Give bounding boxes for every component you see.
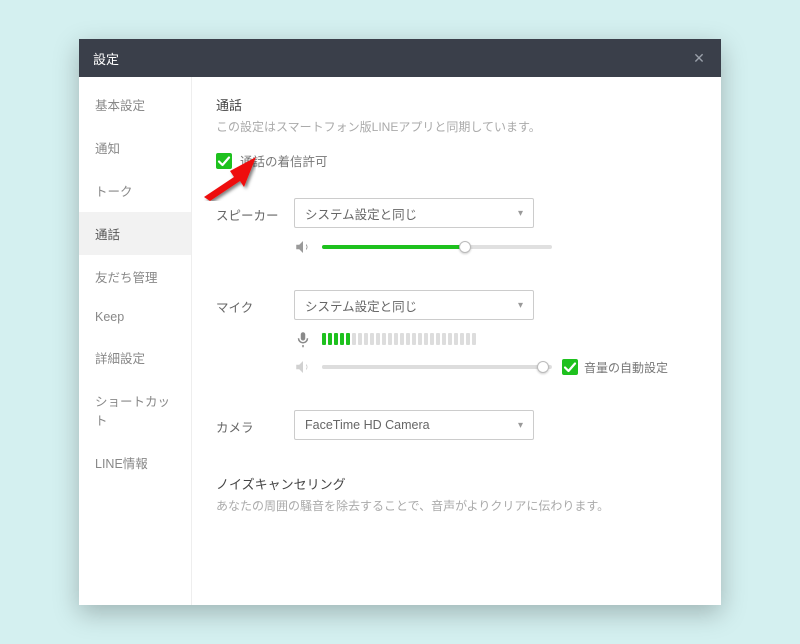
level-bar — [448, 333, 452, 345]
level-bar — [328, 333, 332, 345]
level-bar — [358, 333, 362, 345]
sidebar-item-advanced[interactable]: 詳細設定 — [79, 336, 191, 379]
mic-level-meter — [322, 332, 476, 346]
mic-select-value: システム設定と同じ — [305, 296, 417, 315]
microphone-icon — [294, 330, 312, 348]
level-bar — [376, 333, 380, 345]
mic-volume-row: 音量の自動設定 — [294, 358, 697, 376]
level-bar — [334, 333, 338, 345]
speaker-volume-slider[interactable] — [322, 245, 552, 249]
sidebar-item-about[interactable]: LINE情報 — [79, 441, 191, 484]
mic-row: マイク システム設定と同じ ▾ — [216, 290, 697, 376]
volume-icon — [294, 238, 312, 256]
level-bar — [424, 333, 428, 345]
auto-gain-row: 音量の自動設定 — [562, 359, 668, 376]
level-bar — [436, 333, 440, 345]
allow-incoming-label: 通話の着信許可 — [240, 151, 328, 170]
sidebar-item-keep[interactable]: Keep — [79, 298, 191, 336]
settings-sidebar: 基本設定 通知 トーク 通話 友だち管理 Keep 詳細設定 ショートカット L… — [79, 77, 192, 605]
allow-incoming-row: 通話の着信許可 — [216, 151, 697, 170]
chevron-down-icon: ▾ — [518, 208, 523, 219]
chevron-down-icon: ▾ — [518, 420, 523, 431]
settings-modal: 設定 ✕ 基本設定 通知 トーク 通話 友だち管理 Keep 詳細設定 ショート… — [79, 39, 721, 605]
level-bar — [382, 333, 386, 345]
level-bar — [352, 333, 356, 345]
mic-select[interactable]: システム設定と同じ ▾ — [294, 290, 534, 320]
level-bar — [442, 333, 446, 345]
level-bar — [400, 333, 404, 345]
level-bar — [388, 333, 392, 345]
sidebar-item-basic[interactable]: 基本設定 — [79, 83, 191, 126]
camera-select[interactable]: FaceTime HD Camera ▾ — [294, 410, 534, 440]
noise-desc: あなたの周囲の騒音を除去することで、音声がよりクリアに伝わります。 — [216, 497, 697, 514]
titlebar: 設定 ✕ — [79, 39, 721, 77]
level-bar — [454, 333, 458, 345]
speaker-select-value: システム設定と同じ — [305, 204, 417, 223]
camera-label: カメラ — [216, 410, 294, 436]
allow-incoming-checkbox[interactable] — [216, 153, 232, 169]
level-bar — [364, 333, 368, 345]
speaker-volume-row — [294, 238, 697, 256]
level-bar — [418, 333, 422, 345]
level-bar — [340, 333, 344, 345]
level-bar — [460, 333, 464, 345]
level-bar — [406, 333, 410, 345]
camera-row: カメラ FaceTime HD Camera ▾ — [216, 410, 697, 440]
close-icon[interactable]: ✕ — [691, 50, 707, 66]
level-bar — [370, 333, 374, 345]
mic-volume-slider[interactable] — [322, 365, 552, 369]
speaker-row: スピーカー システム設定と同じ ▾ — [216, 198, 697, 256]
level-bar — [412, 333, 416, 345]
check-icon — [216, 153, 232, 169]
section-desc: この設定はスマートフォン版LINEアプリと同期しています。 — [216, 118, 697, 135]
mic-label: マイク — [216, 290, 294, 316]
level-bar — [466, 333, 470, 345]
settings-content: 通話 この設定はスマートフォン版LINEアプリと同期しています。 通話の着信許可… — [192, 77, 721, 605]
sidebar-item-friends[interactable]: 友だち管理 — [79, 255, 191, 298]
sidebar-item-notify[interactable]: 通知 — [79, 126, 191, 169]
auto-gain-checkbox[interactable] — [562, 359, 578, 375]
volume-icon — [294, 358, 312, 376]
noise-title: ノイズキャンセリング — [216, 474, 697, 493]
chevron-down-icon: ▾ — [518, 300, 523, 311]
speaker-label: スピーカー — [216, 198, 294, 224]
level-bar — [322, 333, 326, 345]
level-bar — [346, 333, 350, 345]
level-bar — [472, 333, 476, 345]
modal-body: 基本設定 通知 トーク 通話 友だち管理 Keep 詳細設定 ショートカット L… — [79, 77, 721, 605]
mic-level-row — [294, 330, 697, 348]
section-title: 通話 — [216, 95, 697, 114]
check-icon — [562, 359, 578, 375]
sidebar-item-talk[interactable]: トーク — [79, 169, 191, 212]
speaker-select[interactable]: システム設定と同じ ▾ — [294, 198, 534, 228]
level-bar — [430, 333, 434, 345]
auto-gain-label: 音量の自動設定 — [584, 359, 668, 376]
sidebar-item-shortcut[interactable]: ショートカット — [79, 379, 191, 441]
sidebar-item-call[interactable]: 通話 — [79, 212, 191, 255]
camera-select-value: FaceTime HD Camera — [305, 418, 430, 432]
level-bar — [394, 333, 398, 345]
modal-title: 設定 — [93, 49, 119, 68]
